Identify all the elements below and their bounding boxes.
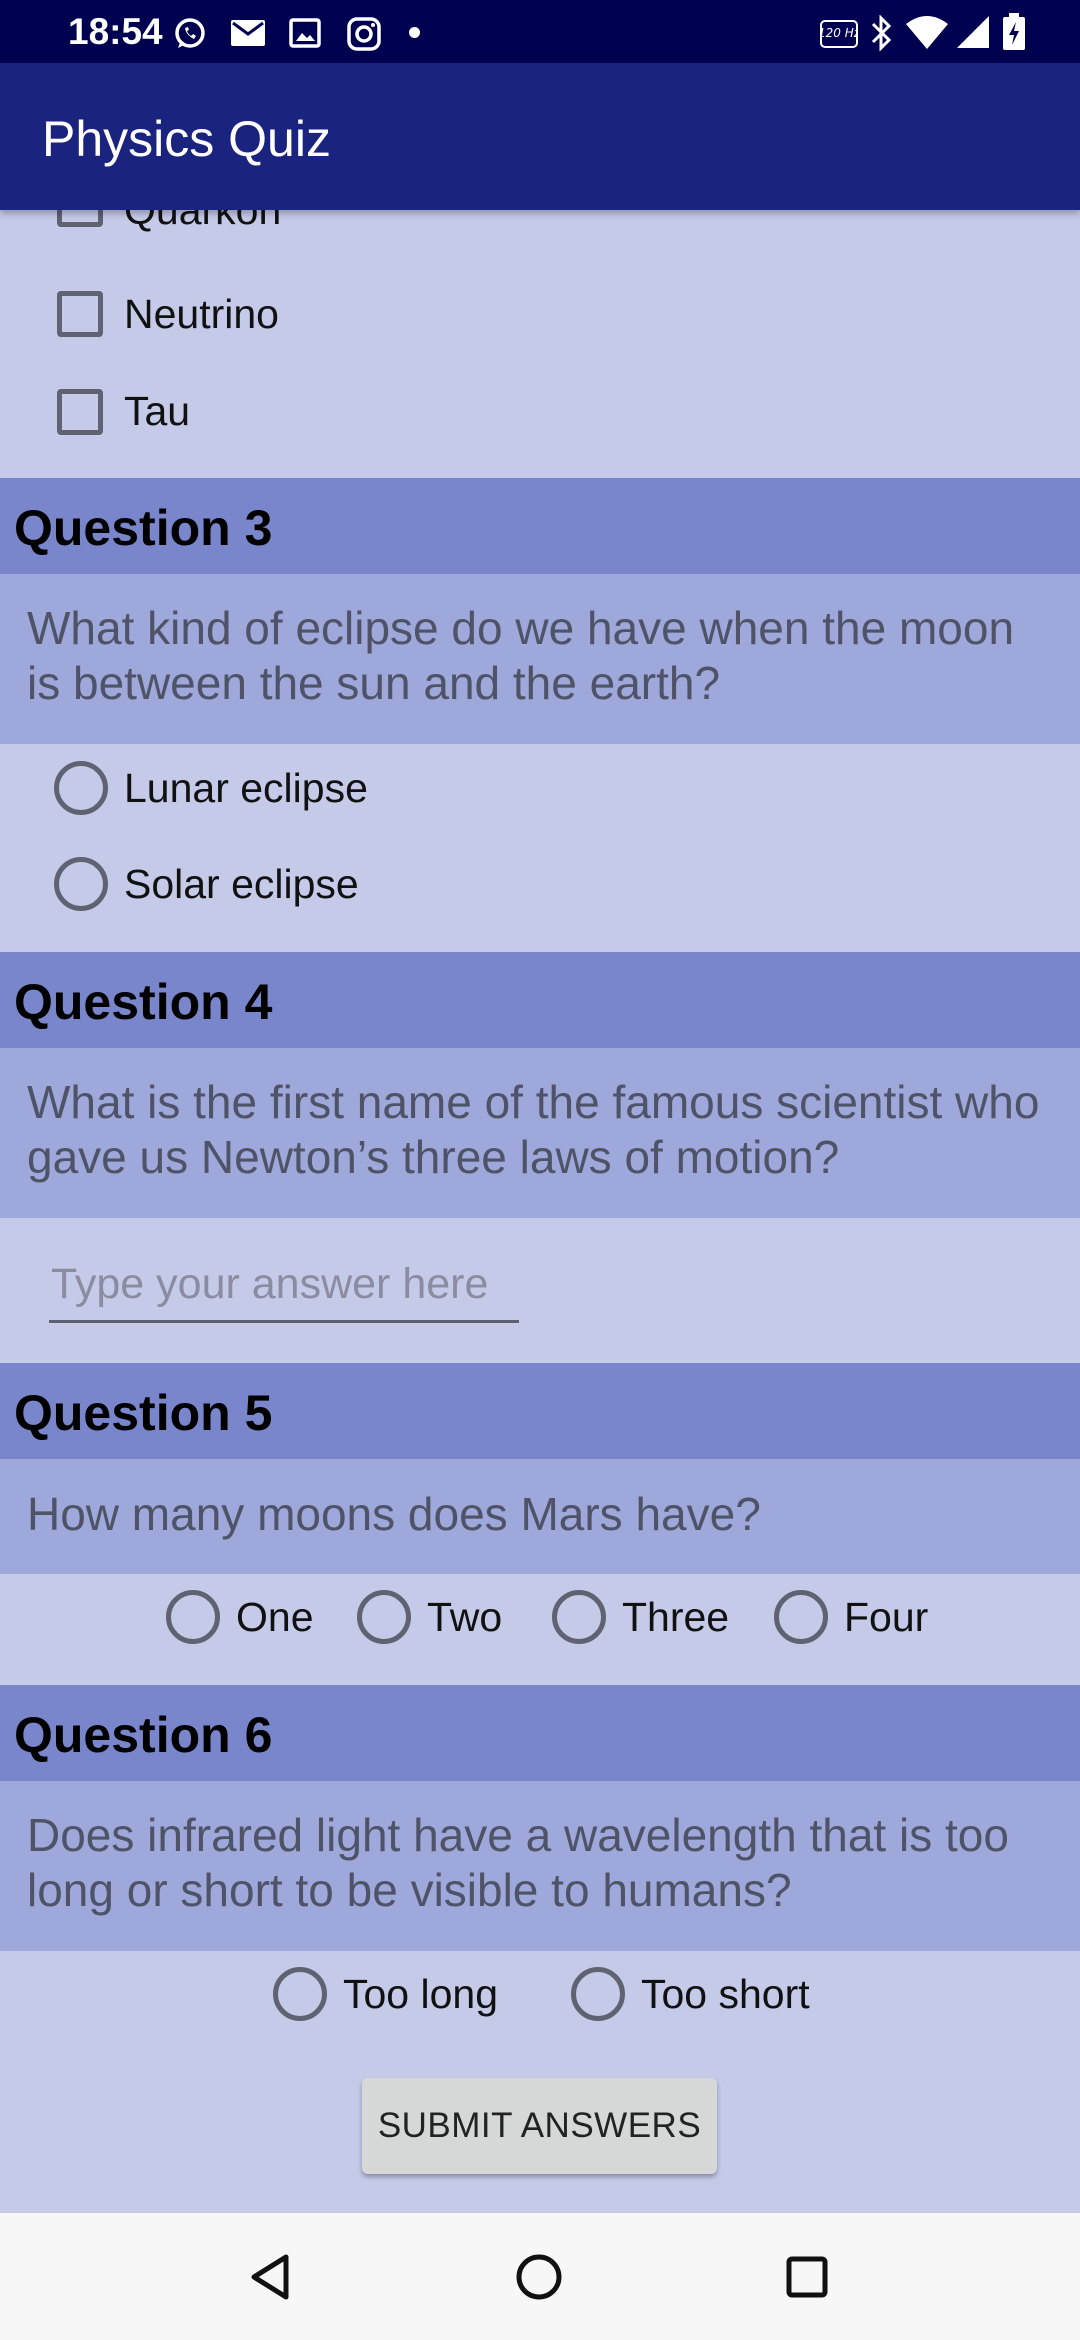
radio-four[interactable] bbox=[774, 1590, 828, 1644]
whatsapp-icon bbox=[175, 18, 205, 48]
option-label-neutrino: Neutrino bbox=[124, 291, 279, 337]
radio-one[interactable] bbox=[166, 1590, 220, 1644]
question-6-title: Question 6 bbox=[14, 1707, 273, 1763]
clock: 18:54 bbox=[68, 11, 163, 52]
status-bar: 18:54 120 Hz bbox=[0, 0, 1080, 63]
bluetooth-icon bbox=[871, 15, 892, 51]
app-title: Physics Quiz bbox=[42, 111, 331, 167]
battery-icon bbox=[1003, 13, 1025, 50]
radio-two[interactable] bbox=[357, 1590, 411, 1644]
option-label-three: Three bbox=[622, 1594, 730, 1640]
question-4-text-box: What is the first name of the famous sci… bbox=[0, 1048, 1080, 1218]
refresh-rate-icon: 120 Hz bbox=[820, 20, 858, 48]
question-6-header: Question 6 bbox=[0, 1685, 1080, 1781]
question-5-header: Question 5 bbox=[0, 1363, 1080, 1459]
back-icon[interactable] bbox=[242, 2249, 298, 2305]
option-label-four: Four bbox=[844, 1594, 929, 1640]
instagram-icon bbox=[347, 17, 381, 51]
option-label-too-short: Too short bbox=[641, 1971, 810, 2017]
wifi-icon bbox=[906, 16, 948, 49]
more-notifications-dot-icon bbox=[409, 27, 420, 38]
question-6-text-box: Does infrared light have a wavelength th… bbox=[0, 1781, 1080, 1951]
checkbox-tau[interactable] bbox=[57, 389, 103, 435]
question-5-text-box: How many moons does Mars have? bbox=[0, 1459, 1080, 1574]
quiz-scroll-content[interactable]: Quarkon Neutrino Tau Question 3 What kin… bbox=[0, 210, 1080, 2213]
checkbox-neutrino[interactable] bbox=[57, 291, 103, 337]
radio-too-short[interactable] bbox=[571, 1967, 625, 2021]
option-label-two: Two bbox=[427, 1594, 503, 1640]
radio-too-long[interactable] bbox=[273, 1967, 327, 2021]
question-5-text: How many moons does Mars have? bbox=[27, 1488, 761, 1540]
radio-solar-eclipse[interactable] bbox=[54, 857, 108, 911]
question-3-text: What kind of eclipse do we have when the… bbox=[27, 602, 1015, 709]
answer-input[interactable] bbox=[49, 1255, 519, 1323]
question-3-title: Question 3 bbox=[14, 500, 273, 556]
signal-icon bbox=[957, 16, 989, 48]
mail-icon bbox=[231, 20, 265, 46]
radio-lunar-eclipse[interactable] bbox=[54, 761, 108, 815]
option-label-too-long: Too long bbox=[343, 1971, 499, 2017]
option-label-tau: Tau bbox=[124, 388, 191, 434]
question-5-title: Question 5 bbox=[14, 1385, 273, 1441]
recents-icon[interactable] bbox=[779, 2249, 835, 2305]
question-4-title: Question 4 bbox=[14, 974, 273, 1030]
submit-answers-button[interactable]: SUBMIT ANSWERS bbox=[362, 2078, 717, 2174]
option-label-one: One bbox=[236, 1594, 314, 1640]
checkbox-quarkon[interactable] bbox=[57, 210, 103, 227]
option-label-lunar-eclipse: Lunar eclipse bbox=[124, 765, 368, 811]
app-bar: Physics Quiz bbox=[0, 63, 1080, 210]
image-icon bbox=[289, 18, 321, 48]
radio-three[interactable] bbox=[552, 1590, 606, 1644]
question-6-text: Does infrared light have a wavelength th… bbox=[27, 1809, 1009, 1916]
option-label-solar-eclipse: Solar eclipse bbox=[124, 861, 359, 907]
option-label-quarkon: Quarkon bbox=[124, 210, 282, 233]
home-icon[interactable] bbox=[511, 2249, 567, 2305]
navigation-bar bbox=[0, 2213, 1080, 2340]
question-3-header: Question 3 bbox=[0, 478, 1080, 574]
question-4-text: What is the first name of the famous sci… bbox=[27, 1076, 1040, 1183]
question-4-header: Question 4 bbox=[0, 952, 1080, 1048]
refresh-rate-text: 120 Hz bbox=[820, 26, 858, 40]
question-3-text-box: What kind of eclipse do we have when the… bbox=[0, 574, 1080, 744]
